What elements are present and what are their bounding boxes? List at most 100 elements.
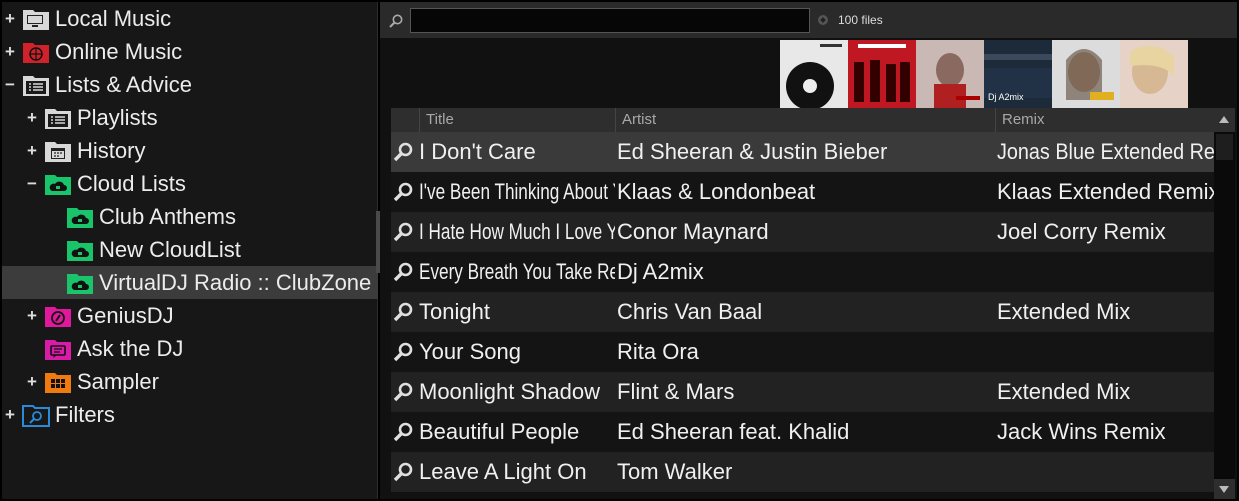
filter-search-icon xyxy=(22,405,50,427)
tree-item-ask-the-dj[interactable]: Ask the DJ xyxy=(2,332,378,365)
globe-icon xyxy=(23,43,49,63)
cell-title: Beautiful People xyxy=(419,419,580,444)
tree-item-label: Playlists xyxy=(77,104,158,130)
cell-artist: Ed Sheeran feat. Khalid xyxy=(617,419,850,444)
cell-title: Your Song xyxy=(419,339,521,364)
calendar-icon xyxy=(45,142,71,162)
column-header-artist[interactable]: Artist xyxy=(615,108,995,132)
search-icon[interactable] xyxy=(391,252,419,292)
collapse-toggle[interactable]: − xyxy=(26,175,38,192)
tree-item-label: Ask the DJ xyxy=(77,335,184,361)
cell-artist: Tom Walker xyxy=(617,459,733,484)
vertical-scrollbar[interactable] xyxy=(1214,108,1235,499)
expand-toggle[interactable]: + xyxy=(4,10,16,27)
cell-artist: Ed Sheeran & Justin Bieber xyxy=(617,139,888,164)
tree-item-local-music[interactable]: + Local Music xyxy=(2,2,378,35)
table-row[interactable]: I Don't Care Ed Sheeran & Justin Bieber … xyxy=(391,132,1214,172)
cell-artist: Flint & Mars xyxy=(617,379,735,404)
tree-item-virtualdj-radio-clubzone[interactable]: VirtualDJ Radio :: ClubZone xyxy=(2,266,378,299)
expand-toggle[interactable]: + xyxy=(4,406,16,423)
sampler-grid-icon xyxy=(45,373,71,393)
cell-remix: Extended Mix xyxy=(997,299,1131,324)
table-row[interactable]: Every Breath You Take Re... Dj A2mix xyxy=(391,252,1214,292)
tree-item-label: History xyxy=(77,137,146,163)
collapse-toggle[interactable]: − xyxy=(4,76,16,93)
cell-title: Moonlight Shadow xyxy=(419,379,601,404)
tree-item-label: Club Anthems xyxy=(99,203,236,229)
scroll-down-arrow-icon[interactable] xyxy=(1214,479,1235,499)
expand-toggle[interactable]: + xyxy=(26,142,38,159)
expand-toggle[interactable]: + xyxy=(26,373,38,390)
cell-artist: Rita Ora xyxy=(617,339,699,364)
cell-title: I Don't Care xyxy=(419,139,536,164)
cell-title: I've Been Thinking About Y... xyxy=(419,179,615,204)
tree-item-label: VirtualDJ Radio :: ClubZone xyxy=(99,269,372,295)
table-header: Title Artist Remix xyxy=(391,108,1214,132)
search-input[interactable] xyxy=(410,8,810,33)
cell-title: I Hate How Much I Love Y... xyxy=(419,219,615,244)
cell-remix: Jonas Blue Extended Remix xyxy=(997,139,1214,164)
cloud-folder-icon xyxy=(45,175,71,195)
scroll-up-arrow-icon[interactable] xyxy=(1214,108,1235,132)
table-row[interactable]: Beautiful People Ed Sheeran feat. Khalid… xyxy=(391,412,1214,452)
cell-artist: Klaas & Londonbeat xyxy=(617,179,816,204)
cover-strip: Dj A2mix xyxy=(780,40,1188,108)
cell-artist: Conor Maynard xyxy=(617,219,769,244)
search-icon[interactable] xyxy=(391,292,419,332)
tree-item-online-music[interactable]: + Online Music xyxy=(2,35,378,68)
search-icon[interactable] xyxy=(391,372,419,412)
expand-toggle[interactable]: + xyxy=(4,43,16,60)
search-icon[interactable] xyxy=(391,412,419,452)
column-header-remix[interactable]: Remix xyxy=(995,108,1214,132)
album-cover[interactable] xyxy=(1052,40,1120,108)
header-spacer xyxy=(391,108,419,132)
tree-item-sampler[interactable]: + Sampler xyxy=(2,365,378,398)
search-icon[interactable] xyxy=(391,452,419,492)
table-row[interactable]: Leave A Light On Tom Walker xyxy=(391,452,1214,492)
tree-item-history[interactable]: + History xyxy=(2,134,378,167)
search-icon[interactable] xyxy=(391,172,419,212)
scroll-thumb[interactable] xyxy=(1216,134,1233,160)
column-header-title[interactable]: Title xyxy=(419,108,615,132)
table-row[interactable]: Tonight Chris Van Baal Extended Mix xyxy=(391,292,1214,332)
album-cover[interactable] xyxy=(916,40,984,108)
computer-icon xyxy=(23,10,49,30)
album-cover[interactable] xyxy=(848,40,916,108)
browser-panel: 100 files Dj A2mix Title Artist Remix I … xyxy=(380,2,1237,499)
album-cover[interactable]: Dj A2mix xyxy=(984,40,1052,108)
search-icon[interactable] xyxy=(388,13,404,29)
tree-item-label: Sampler xyxy=(77,368,159,394)
tree-item-filters[interactable]: + Filters xyxy=(2,398,378,431)
tree-item-club-anthems[interactable]: Club Anthems xyxy=(2,200,378,233)
cloud-folder-icon xyxy=(67,241,93,261)
compass-icon xyxy=(45,307,71,327)
tree-item-new-cloudlist[interactable]: New CloudList xyxy=(2,233,378,266)
table-row[interactable]: Your Song Rita Ora xyxy=(391,332,1214,372)
expand-toggle[interactable]: + xyxy=(26,109,38,126)
list-icon xyxy=(23,76,49,96)
cell-artist: Chris Van Baal xyxy=(617,299,763,324)
search-icon[interactable] xyxy=(391,212,419,252)
expand-toggle[interactable]: + xyxy=(26,307,38,324)
tree-item-label: Filters xyxy=(55,401,115,427)
table-row[interactable]: I've Been Thinking About Y... Klaas & Lo… xyxy=(391,172,1214,212)
playlist-icon xyxy=(45,109,71,129)
tree-item-lists-advice[interactable]: − Lists & Advice xyxy=(2,68,378,101)
folder-tree: + Local Music + Online Music − Lists & A… xyxy=(2,2,378,499)
album-cover[interactable] xyxy=(780,40,848,108)
album-cover[interactable] xyxy=(1120,40,1188,108)
tree-item-cloud-lists[interactable]: − Cloud Lists xyxy=(2,167,378,200)
cell-remix: Extended Mix xyxy=(997,379,1131,404)
tree-item-geniusdj[interactable]: + GeniusDJ xyxy=(2,299,378,332)
search-icon[interactable] xyxy=(391,132,419,172)
cell-title: Every Breath You Take Re... xyxy=(419,259,615,284)
table-row[interactable]: I Hate How Much I Love Y... Conor Maynar… xyxy=(391,212,1214,252)
table-row[interactable]: Moonlight Shadow Flint & Mars Extended M… xyxy=(391,372,1214,412)
file-count-indicator-icon xyxy=(818,15,828,25)
track-list: I Don't Care Ed Sheeran & Justin Bieber … xyxy=(391,132,1214,492)
search-icon[interactable] xyxy=(391,332,419,372)
cell-remix: Jack Wins Remix xyxy=(997,419,1166,444)
cloud-folder-icon xyxy=(67,274,93,294)
tree-item-playlists[interactable]: + Playlists xyxy=(2,101,378,134)
cell-artist: Dj A2mix xyxy=(617,259,704,284)
